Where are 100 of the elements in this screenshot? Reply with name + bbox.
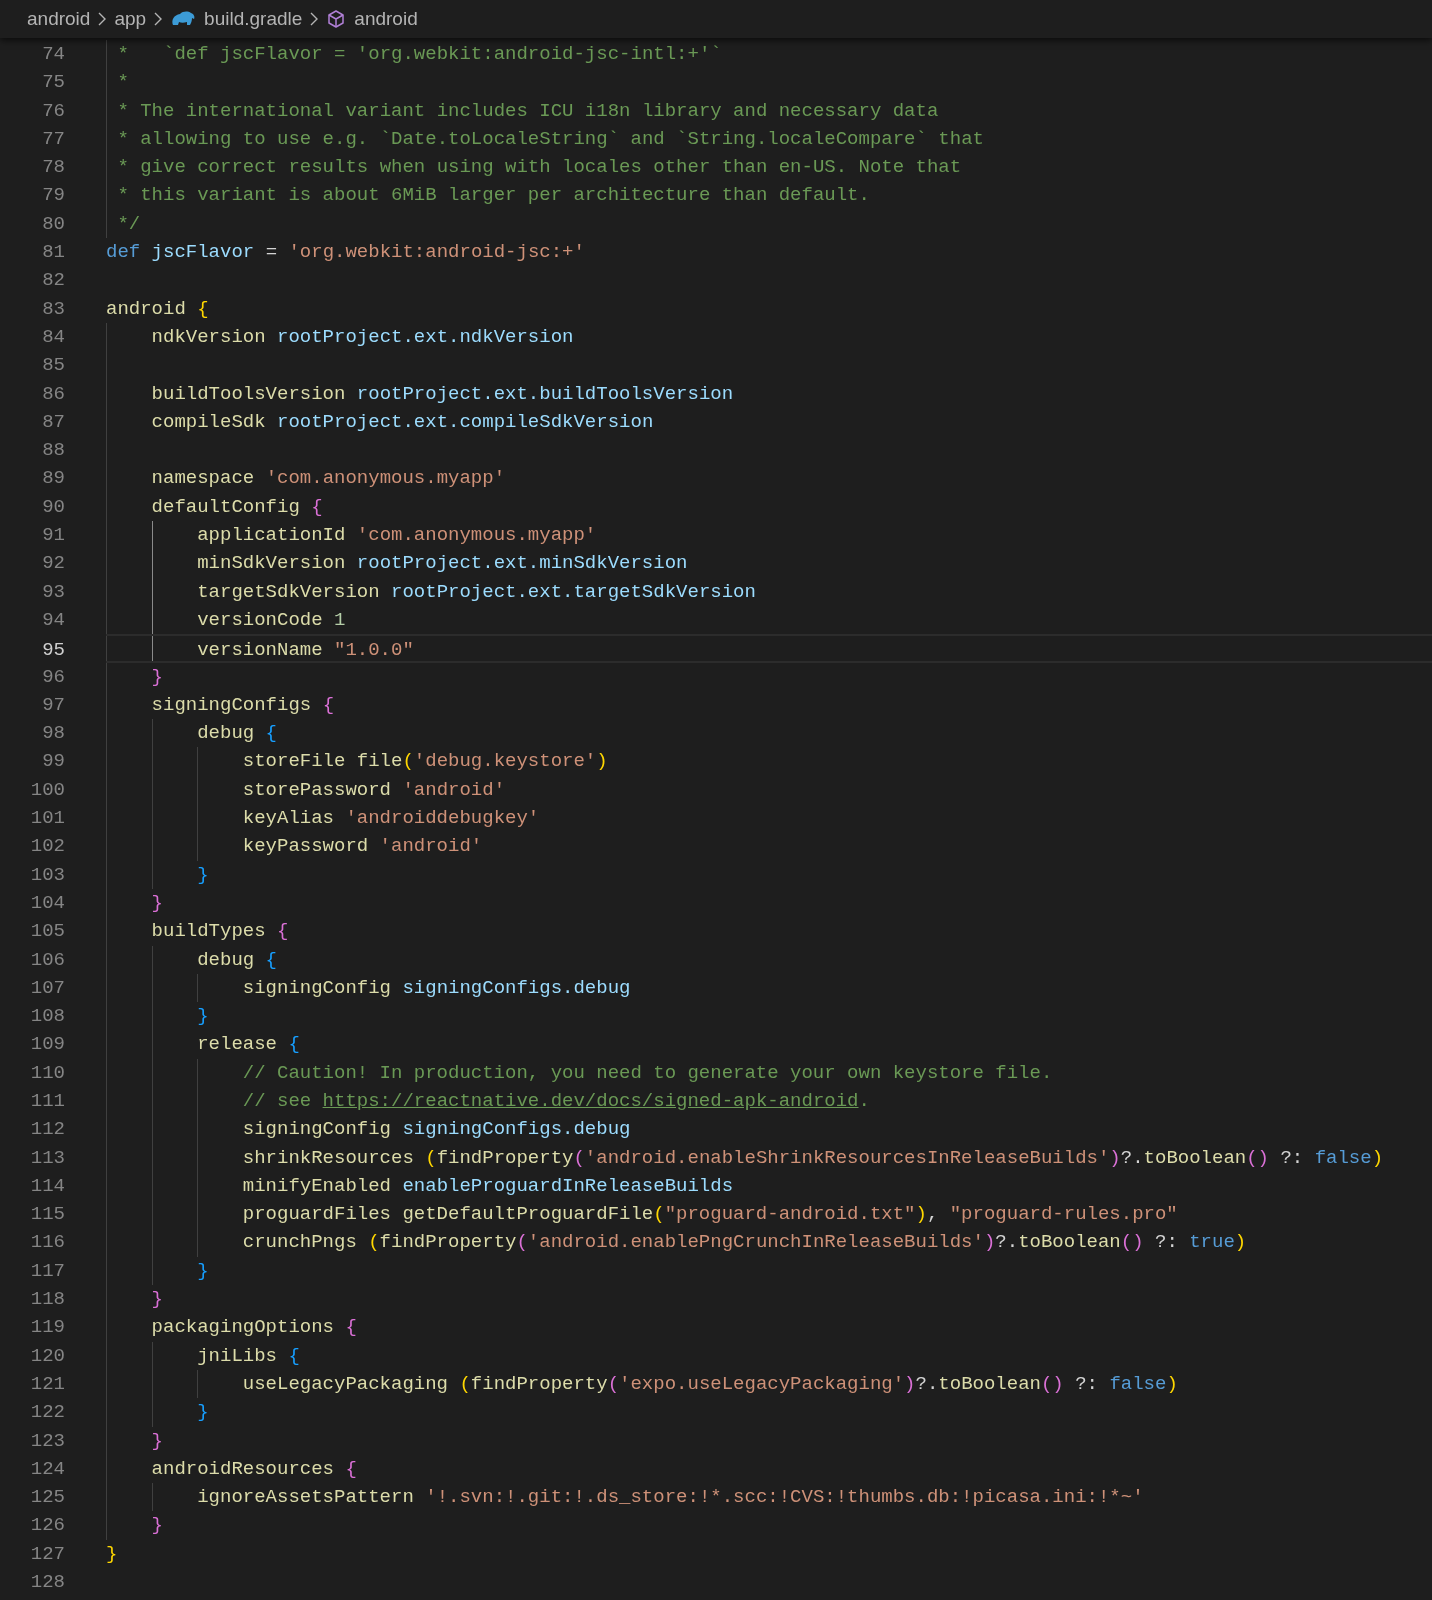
line-number: 96	[41, 664, 65, 690]
line-number: 111	[29, 1089, 65, 1114]
code-line: }	[151, 664, 163, 690]
line-number: 105	[29, 919, 65, 945]
code-line: release {	[197, 1032, 300, 1058]
line-number: 107	[29, 975, 65, 1001]
line-number: 106	[29, 947, 65, 973]
line-number: 108	[29, 1004, 65, 1030]
code-line: proguardFiles getDefaultProguardFile("proguard-android.txt"), "proguard-rules.pro"	[242, 1202, 1178, 1228]
code-line: */	[117, 211, 141, 237]
code-line: versionCode 1	[197, 607, 346, 633]
line-number: 82	[41, 268, 65, 294]
code-line: }	[106, 1541, 118, 1567]
line-number: 120	[29, 1343, 65, 1369]
code-line: * allowing to use e.g. `Date.toLocaleString` and `String.localeCompare` that	[117, 126, 984, 152]
code-line: }	[151, 1513, 163, 1539]
line-number: 128	[29, 1570, 65, 1596]
line-number: 78	[41, 155, 65, 181]
line-number: 84	[41, 324, 65, 350]
line-number: 74	[41, 42, 65, 67]
line-number: 117	[29, 1258, 65, 1284]
code-line: }	[197, 1004, 209, 1030]
code-line: minifyEnabled enableProguardInReleaseBuilds	[242, 1173, 734, 1199]
line-number: 88	[41, 438, 65, 464]
line-number: 90	[41, 494, 65, 520]
line-number: 121	[29, 1371, 65, 1397]
code-line: storeFile file('debug.keystore')	[242, 749, 608, 775]
line-number: 119	[29, 1315, 65, 1341]
line-number: 123	[29, 1428, 65, 1454]
line-number: 113	[29, 1145, 65, 1171]
line-number: 109	[29, 1032, 65, 1058]
line-number: 95	[41, 638, 65, 661]
line-number: 97	[41, 692, 65, 718]
line-number: 124	[29, 1456, 65, 1482]
code-line: compileSdk rootProject.ext.compileSdkVersion	[151, 409, 654, 435]
line-number: 77	[41, 126, 65, 152]
line-number: 98	[41, 721, 65, 747]
line-number: 100	[29, 777, 65, 803]
line-number: 75	[41, 70, 65, 96]
code-line: defaultConfig {	[151, 494, 323, 520]
line-number: 81	[41, 240, 65, 266]
chevron-right-icon	[154, 12, 163, 26]
code-line: namespace 'com.anonymous.myapp'	[151, 466, 506, 492]
code-line: signingConfig signingConfigs.debug	[242, 1117, 631, 1143]
line-number: 126	[29, 1513, 65, 1539]
line-number: 127	[29, 1541, 65, 1567]
line-number: 115	[29, 1202, 65, 1228]
code-line: jniLibs {	[197, 1343, 300, 1369]
line-number: 87	[41, 409, 65, 435]
line-number: 118	[29, 1287, 65, 1313]
line-number: 91	[41, 523, 65, 549]
breadcrumb-item[interactable]: app	[114, 4, 147, 34]
code-line: targetSdkVersion rootProject.ext.targetSdkVersion	[197, 579, 756, 605]
code-line: signingConfigs {	[151, 692, 335, 718]
code-line: * this variant is about 6MiB larger per architecture than default.	[117, 183, 870, 209]
line-number: 114	[29, 1173, 65, 1199]
code-line: }	[151, 1287, 163, 1313]
line-number: 122	[29, 1400, 65, 1426]
code-line: * The international variant includes ICU i18n library and necessary data	[117, 98, 939, 124]
code-line: // Caution! In production, you need to generate your own keystore file.	[242, 1060, 1053, 1086]
code-line: storePassword 'android'	[242, 777, 506, 803]
code-line: minSdkVersion rootProject.ext.minSdkVersion	[197, 551, 688, 577]
code-line: * give correct results when using with locales other than en-US. Note that	[117, 155, 962, 181]
code-line: * `def jscFlavor = 'org.webkit:android-jsc-intl:+'`	[117, 42, 722, 67]
chevron-right-icon	[310, 12, 319, 26]
link[interactable]: https://reactnative.dev/docs/signed-apk-android	[322, 1090, 859, 1112]
code-line: }	[197, 1400, 209, 1426]
code-line: def jscFlavor = 'org.webkit:android-jsc:+'	[106, 240, 585, 266]
code-line: }	[151, 1428, 163, 1454]
code-line: }	[197, 1258, 209, 1284]
code-line: shrinkResources (findProperty('android.enableShrinkResourcesInReleaseBuilds')?.toBoolean() ?: false)	[242, 1145, 1384, 1171]
code-line: signingConfig signingConfigs.debug	[242, 975, 631, 1001]
code-line: }	[197, 862, 209, 888]
code-line: useLegacyPackaging (findProperty('expo.useLegacyPackaging')?.toBoolean() ?: false)	[242, 1371, 1178, 1397]
code-line: packagingOptions {	[151, 1315, 357, 1341]
line-number: 103	[29, 862, 65, 888]
line-number: 101	[29, 806, 65, 831]
breadcrumb-item[interactable]: android	[27, 4, 91, 34]
line-number: 80	[41, 211, 65, 237]
code-line: // see https://reactnative.dev/docs/signed-apk-android.	[242, 1089, 870, 1114]
code-line: android {	[106, 296, 209, 322]
line-number: 79	[41, 183, 65, 209]
code-line: androidResources {	[151, 1456, 357, 1482]
code-line: ndkVersion rootProject.ext.ndkVersion	[151, 324, 574, 350]
line-number: 112	[29, 1117, 65, 1143]
line-number: 83	[41, 296, 65, 322]
code-line: }	[151, 890, 163, 916]
code-line: debug {	[197, 721, 277, 747]
breadcrumb-item[interactable]: android	[354, 4, 418, 34]
code-line: keyPassword 'android'	[242, 834, 483, 860]
line-number: 89	[41, 466, 65, 492]
code-line: applicationId 'com.anonymous.myapp'	[197, 523, 597, 549]
breadcrumb-item[interactable]: build.gradle	[204, 4, 303, 34]
code-line: ignoreAssetsPattern '!.svn:!.git:!.ds_store:!*.scc:!CVS:!thumbs.db:!picasa.ini:!*~'	[197, 1485, 1144, 1511]
line-number: 99	[41, 749, 65, 775]
code-line: buildToolsVersion rootProject.ext.buildToolsVersion	[151, 381, 734, 407]
code-line: buildTypes {	[151, 919, 289, 945]
line-number: 110	[29, 1060, 65, 1086]
line-number: 125	[29, 1485, 65, 1511]
line-number: 116	[29, 1230, 65, 1256]
